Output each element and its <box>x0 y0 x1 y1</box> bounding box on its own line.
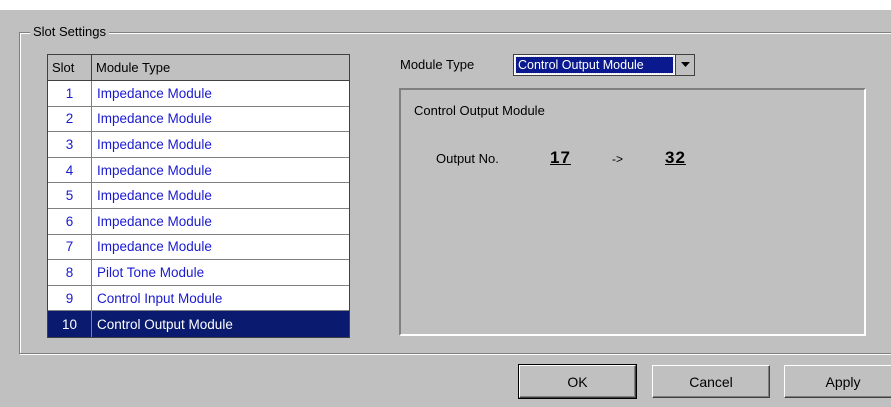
table-row[interactable]: 5 Impedance Module <box>48 183 349 209</box>
table-row[interactable]: 2 Impedance Module <box>48 106 349 133</box>
table-row[interactable]: 7 Impedance Module <box>48 234 349 261</box>
output-number-label: Output No. <box>436 151 499 166</box>
output-from-value: 17 <box>550 148 571 167</box>
table-row[interactable]: 6 Impedance Module <box>48 208 349 235</box>
slot-number-cell: 4 <box>48 157 92 183</box>
module-type-cell: Impedance Module <box>97 239 212 255</box>
slot-number-cell: 10 <box>48 311 92 337</box>
slot-table: Slot Module Type 1 Impedance Module 2 Imped… <box>47 54 350 338</box>
table-body: 1 Impedance Module 2 Impedance Module 3 Imped… <box>48 81 349 337</box>
slot-number-cell: 3 <box>48 132 92 157</box>
module-type-cell: Control Input Module <box>97 290 223 306</box>
module-type-cell: Impedance Module <box>97 111 212 127</box>
table-row[interactable]: 9 Control Input Module <box>48 285 349 312</box>
dropdown-arrow-icon[interactable] <box>675 55 694 75</box>
apply-button[interactable]: Apply <box>784 365 891 398</box>
slot-column-header[interactable]: Slot <box>48 55 92 80</box>
output-arrow: -> <box>612 152 624 166</box>
table-row[interactable]: 10 Control Output Module <box>48 311 349 337</box>
panel-title: Control Output Module <box>414 103 545 118</box>
module-type-column-header[interactable]: Module Type <box>92 55 349 80</box>
chevron-down-icon <box>680 62 690 67</box>
table-row[interactable]: 8 Pilot Tone Module <box>48 260 349 286</box>
module-type-cell: Impedance Module <box>97 85 212 101</box>
module-type-cell: Impedance Module <box>97 213 212 229</box>
module-detail-panel <box>399 88 866 336</box>
module-type-cell: Impedance Module <box>97 188 212 204</box>
ok-button[interactable]: OK <box>519 365 636 398</box>
cancel-button[interactable]: Cancel <box>652 365 770 398</box>
slot-number-cell: 8 <box>48 260 92 285</box>
top-band <box>0 0 891 10</box>
table-header: Slot Module Type <box>48 55 349 81</box>
slot-number-cell: 7 <box>48 234 92 260</box>
table-row[interactable]: 4 Impedance Module <box>48 157 349 184</box>
slot-number-cell: 2 <box>48 106 92 132</box>
slot-number-cell: 6 <box>48 208 92 234</box>
module-type-cell: Pilot Tone Module <box>97 264 205 280</box>
module-type-cell: Impedance Module <box>97 162 212 178</box>
slot-settings-title: Slot Settings <box>30 24 109 39</box>
output-to-value: 32 <box>665 148 686 167</box>
module-type-cell: Control Output Module <box>97 316 233 332</box>
table-row[interactable]: 1 Impedance Module <box>48 81 349 107</box>
module-type-select[interactable]: Control Output Module <box>513 54 695 76</box>
module-type-cell: Impedance Module <box>97 136 212 152</box>
module-type-selected-value[interactable]: Control Output Module <box>515 56 674 74</box>
table-row[interactable]: 3 Impedance Module <box>48 132 349 158</box>
module-type-label: Module Type <box>400 57 475 72</box>
slot-number-cell: 9 <box>48 285 92 311</box>
slot-number-cell: 5 <box>48 183 92 208</box>
slot-number-cell: 1 <box>48 81 92 106</box>
